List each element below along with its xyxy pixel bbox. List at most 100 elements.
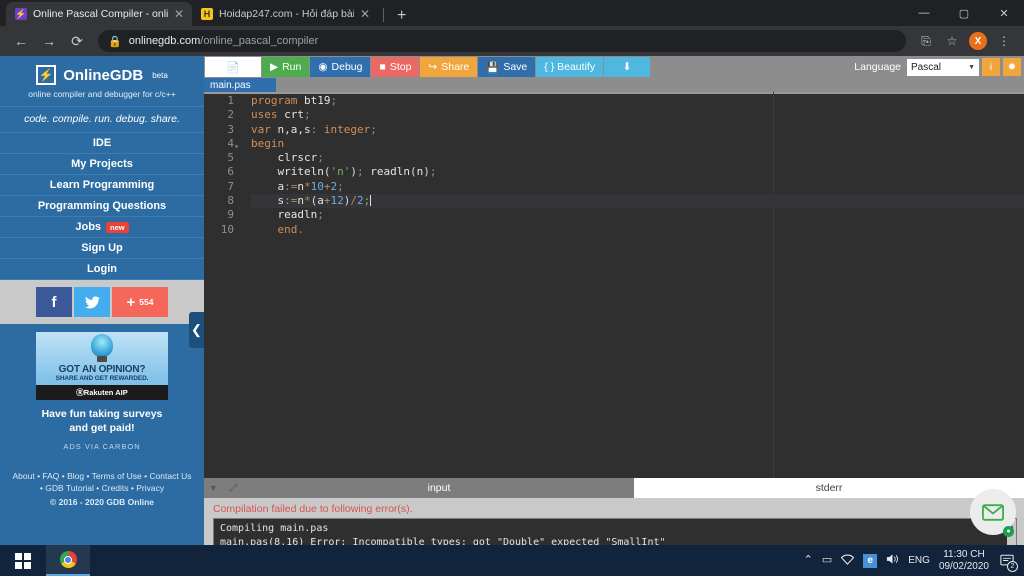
reload-icon[interactable]: ⟳ xyxy=(64,28,90,54)
stop-icon: ■ xyxy=(379,61,385,73)
facebook-icon[interactable]: f xyxy=(36,287,72,317)
edge-icon[interactable]: e xyxy=(863,554,877,568)
debug-button[interactable]: ◉ Debug xyxy=(310,57,370,77)
lightbulb-icon xyxy=(91,334,113,357)
code-line[interactable]: program bt19; xyxy=(251,94,1024,108)
code-line[interactable]: var n,a,s: integer; xyxy=(251,123,1024,137)
twitter-icon[interactable] xyxy=(74,287,110,317)
ad-caption: Have fun taking surveys and get paid! xyxy=(36,407,168,435)
windows-taskbar: ⌃ ▭ e ENG 11:30 CH 09/02/2020 2 xyxy=(0,545,1024,576)
io-tab-bar: ▾ ⤢ input stderr xyxy=(204,478,1024,498)
brand-header[interactable]: ⚡ OnlineGDB beta online compiler and deb… xyxy=(0,56,204,106)
tray-chevron-icon[interactable]: ⌃ xyxy=(804,555,813,566)
share-button[interactable]: ↪Share xyxy=(420,57,477,77)
envelope-icon xyxy=(982,504,1004,521)
bookmark-star-icon[interactable]: ☆ xyxy=(940,29,964,53)
code-fold-icon[interactable]: ▾ xyxy=(234,140,239,154)
code-line[interactable]: begin xyxy=(251,137,1024,151)
wifi-icon[interactable] xyxy=(841,554,854,568)
address-bar[interactable]: 🔒 onlinegdb.com/online_pascal_compiler xyxy=(98,30,906,52)
info-icon[interactable]: i xyxy=(982,58,1000,76)
sidebar-item-my-projects[interactable]: My Projects xyxy=(0,154,204,175)
code-area[interactable]: 12345678910 program bt19;uses crt;var n,… xyxy=(204,94,1024,237)
footer-links-row2[interactable]: • GDB Tutorial • Credits • Privacy xyxy=(0,482,204,494)
sidebar-item-jobs[interactable]: Jobs new xyxy=(0,217,204,238)
new-file-button[interactable]: 📄 xyxy=(205,57,261,77)
sidebar-item-ide[interactable]: IDE xyxy=(0,133,204,154)
footer-links-row1[interactable]: About • FAQ • Blog • Terms of Use • Cont… xyxy=(0,470,204,482)
translate-icon[interactable]: ⎘ xyxy=(914,29,938,53)
stop-label: Stop xyxy=(390,61,412,73)
close-icon[interactable]: ✕ xyxy=(174,8,184,20)
sidebar-item-login[interactable]: Login xyxy=(0,259,204,280)
beautify-button[interactable]: { } Beautify xyxy=(536,57,603,77)
io-panel-controls[interactable]: ▾ ⤢ xyxy=(204,478,244,498)
copyright: © 2016 - 2020 GDB Online xyxy=(0,496,204,508)
code-line[interactable]: clrscr; xyxy=(251,151,1024,165)
notifications-icon[interactable]: 2 xyxy=(998,552,1016,570)
code-line[interactable]: end. xyxy=(251,223,1024,237)
code-line[interactable]: uses crt; xyxy=(251,108,1024,122)
debug-icon: ◉ xyxy=(318,61,327,73)
code-editor[interactable]: 12345678910 program bt19;uses crt;var n,… xyxy=(204,92,1024,478)
tab-input[interactable]: input xyxy=(244,478,634,498)
system-tray: ⌃ ▭ e ENG 11:30 CH 09/02/2020 2 xyxy=(804,549,1024,573)
page-content: ⚡ OnlineGDB beta online compiler and deb… xyxy=(0,56,1024,545)
sidebar: ⚡ OnlineGDB beta online compiler and deb… xyxy=(0,56,204,545)
code-line[interactable]: writeln('n'); readln(n); xyxy=(251,165,1024,179)
back-icon[interactable]: ← xyxy=(8,28,34,54)
gear-icon[interactable]: ✹ xyxy=(1003,58,1021,76)
code-line[interactable]: s:=n*(a+12)/2; xyxy=(251,194,1024,208)
chat-support-button[interactable]: ● xyxy=(970,489,1016,535)
close-icon[interactable]: ✕ xyxy=(360,8,370,20)
save-button[interactable]: 💾Save xyxy=(478,57,535,77)
code-text[interactable]: program bt19;uses crt;var n,a,s: integer… xyxy=(240,94,1024,237)
expand-icon[interactable]: ⤢ xyxy=(229,483,237,494)
sidebar-collapse-button[interactable]: ❮ xyxy=(189,312,204,348)
chevron-down-icon[interactable]: ▾ xyxy=(211,483,216,494)
profile-avatar[interactable]: X xyxy=(966,29,990,53)
language-select[interactable]: Pascal ▼ xyxy=(907,59,979,76)
run-button[interactable]: ▶Run xyxy=(262,57,309,77)
taskbar-clock[interactable]: 11:30 CH 09/02/2020 xyxy=(939,549,989,573)
language-indicator[interactable]: ENG xyxy=(908,555,930,566)
language-label: Language xyxy=(854,61,901,73)
minimize-icon[interactable]: — xyxy=(904,0,944,26)
save-label: Save xyxy=(503,61,527,73)
forward-icon[interactable]: → xyxy=(36,28,62,54)
debug-label: Debug xyxy=(332,61,363,73)
sidebar-item-label: IDE xyxy=(93,137,111,149)
wifi-glyph xyxy=(841,554,854,565)
share-count: 554 xyxy=(139,297,153,307)
line-number: 6 xyxy=(204,165,234,179)
stop-button[interactable]: ■ Stop xyxy=(371,57,419,77)
maximize-icon[interactable]: ▢ xyxy=(944,0,984,26)
browser-tab-1[interactable]: ⚡ Online Pascal Compiler - online e ✕ xyxy=(6,2,192,26)
ad-caption-line2: and get paid! xyxy=(36,421,168,435)
share-label: Share xyxy=(441,61,469,73)
sidebar-item-sign-up[interactable]: Sign Up xyxy=(0,238,204,259)
code-line[interactable]: a:=n*10+2; xyxy=(251,180,1024,194)
sidebar-item-label: Learn Programming xyxy=(50,179,155,191)
plus-icon: + xyxy=(127,294,136,311)
sidebar-item-programming-questions[interactable]: Programming Questions xyxy=(0,196,204,217)
download-button[interactable]: ⬇ xyxy=(604,57,650,77)
line-number: 9 xyxy=(204,208,234,222)
browser-tab-1-title: Online Pascal Compiler - online e xyxy=(33,8,168,20)
new-tab-button[interactable]: + xyxy=(389,8,414,26)
share-count-button[interactable]: + 554 xyxy=(112,287,168,317)
close-window-icon[interactable]: ✕ xyxy=(984,0,1024,26)
speaker-glyph xyxy=(886,553,899,565)
volume-icon[interactable] xyxy=(886,553,899,568)
file-tab-main-pas[interactable]: main.pas xyxy=(204,78,276,92)
taskbar-chrome-icon[interactable] xyxy=(46,545,90,576)
file-tab-bar: main.pas xyxy=(204,78,1024,92)
windows-start-icon[interactable] xyxy=(0,545,46,576)
code-line[interactable]: readln; xyxy=(251,208,1024,222)
browser-tab-2[interactable]: H Hoidap247.com - Hỏi đáp bài tậ ✕ xyxy=(192,2,378,26)
sidebar-item-learn-programming[interactable]: Learn Programming xyxy=(0,175,204,196)
battery-icon[interactable]: ▭ xyxy=(822,555,832,566)
browser-menu-icon[interactable]: ⋮ xyxy=(992,29,1016,53)
tab-stderr[interactable]: stderr xyxy=(634,478,1024,498)
carbon-ad[interactable]: GOT AN OPINION? SHARE AND GET REWARDED. … xyxy=(36,332,168,451)
